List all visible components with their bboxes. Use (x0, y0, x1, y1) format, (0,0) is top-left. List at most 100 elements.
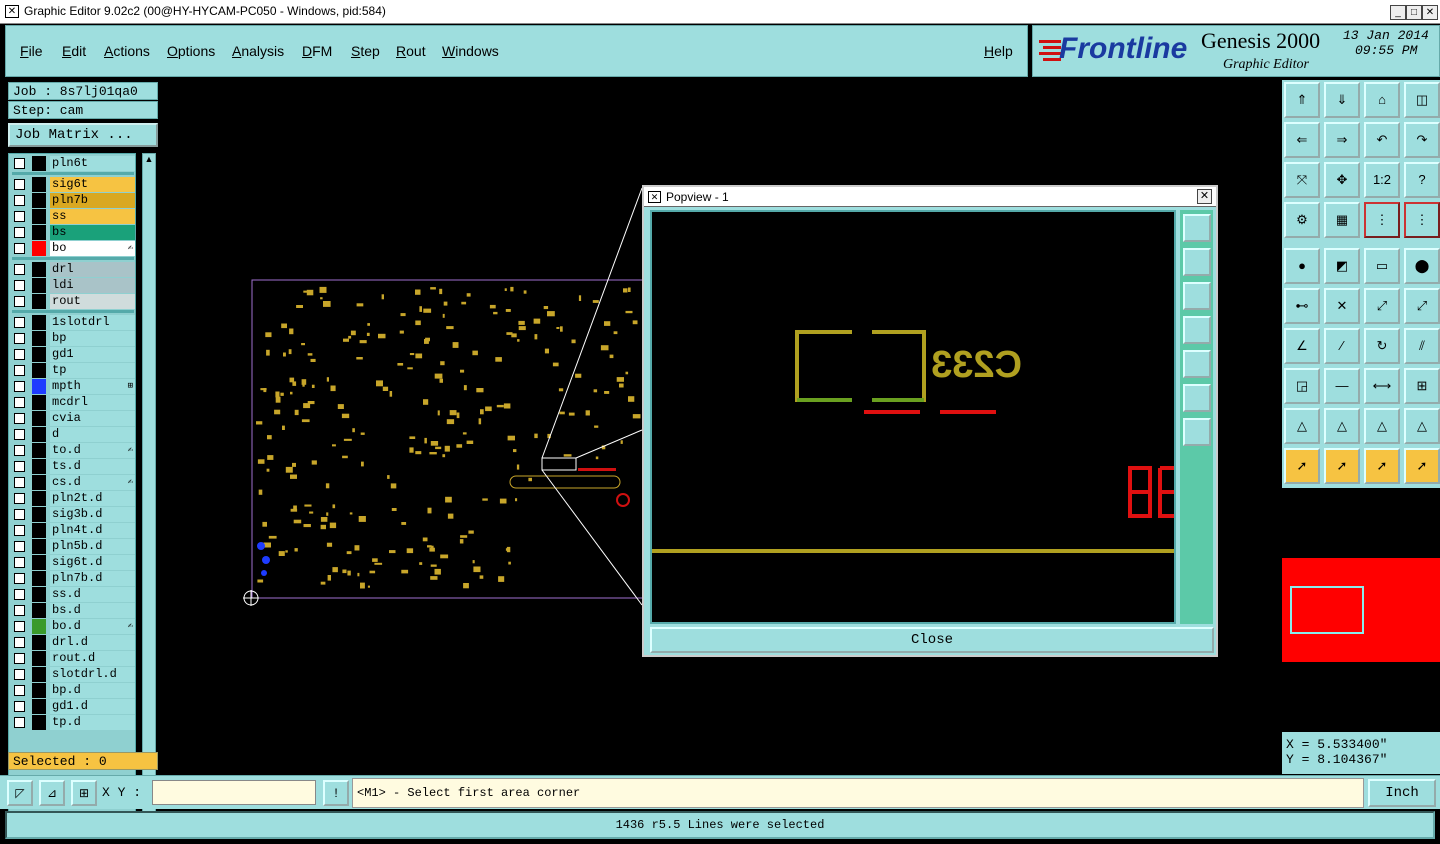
menu-dfm[interactable]: DFM (302, 43, 332, 59)
select-box-icon[interactable]: ➚ (1324, 448, 1360, 484)
layer-row-gd1[interactable]: gd1 (12, 347, 135, 362)
layer-name[interactable]: pln7b.d (50, 571, 135, 586)
layer-name[interactable]: sig6t (50, 177, 135, 192)
point-to-point-icon[interactable]: ⤢ (1364, 288, 1400, 324)
layer-color-swatch[interactable] (32, 241, 46, 256)
zoom-in-icon[interactable] (1183, 418, 1211, 446)
menu-options[interactable]: Options (167, 43, 215, 59)
layer-color-swatch[interactable] (32, 294, 46, 309)
pan-up-icon[interactable] (1183, 248, 1211, 276)
grid-snap-icon[interactable]: ⊞ (71, 780, 97, 806)
layer-checkbox[interactable] (14, 461, 25, 472)
layer-row-cs.d[interactable]: cs.d ✍ (12, 475, 135, 490)
layer-checkbox[interactable] (14, 349, 25, 360)
layer-name[interactable]: sig6t.d (50, 555, 135, 570)
layer-color-swatch[interactable] (32, 278, 46, 293)
layer-name[interactable]: bo.d ✍ (50, 619, 135, 634)
layer-name[interactable]: pln5b.d (50, 539, 135, 554)
overview-minimap[interactable] (1282, 490, 1440, 730)
arc-icon[interactable]: ↻ (1364, 328, 1400, 364)
layer-name[interactable]: bs.d (50, 603, 135, 618)
layer-name[interactable]: sig3b.d (50, 507, 135, 522)
layer-name[interactable]: mpth ⊞ (50, 379, 135, 394)
layer-color-swatch[interactable] (32, 347, 46, 362)
zoom-center-icon[interactable]: ✥ (1324, 162, 1360, 198)
layer-stack-alt-icon[interactable]: ⋮ (1404, 202, 1440, 238)
layer-row-bs.d[interactable]: bs.d (12, 603, 135, 618)
layer-color-swatch[interactable] (32, 193, 46, 208)
layer-name[interactable]: gd1.d (50, 699, 135, 714)
layer-row-gd1.d[interactable]: gd1.d (12, 699, 135, 714)
layer-color-swatch[interactable] (32, 635, 46, 650)
layer-row-slotdrl.d[interactable]: slotdrl.d (12, 667, 135, 682)
layer-name[interactable]: cs.d ✍ (50, 475, 135, 490)
layer-color-swatch[interactable] (32, 667, 46, 682)
layer-checkbox[interactable] (14, 296, 25, 307)
layer-name[interactable]: mcdrl (50, 395, 135, 410)
layer-checkbox[interactable] (14, 621, 25, 632)
layer-row-bo.d[interactable]: bo.d ✍ (12, 619, 135, 634)
layer-row-1slotdrl[interactable]: 1slotdrl (12, 315, 135, 330)
snap-point-icon[interactable]: ● (1284, 248, 1320, 284)
layer-color-swatch[interactable] (32, 331, 46, 346)
zoom-extents-icon[interactable]: ⤧ (1284, 162, 1320, 198)
close-window-button[interactable]: ✕ (1422, 5, 1438, 20)
layer-checkbox[interactable] (14, 264, 25, 275)
layer-row-pln7b[interactable]: pln7b (12, 193, 135, 208)
layer-color-swatch[interactable] (32, 651, 46, 666)
triangle-height-icon[interactable]: △ (1364, 408, 1400, 444)
page-up-icon[interactable]: ⇑ (1284, 82, 1320, 118)
layer-checkbox[interactable] (14, 477, 25, 488)
home-icon[interactable]: ⌂ (1364, 82, 1400, 118)
layer-name[interactable]: gd1 (50, 347, 135, 362)
layer-name[interactable]: tp.d (50, 715, 135, 730)
line-measure-icon[interactable]: ⁄ (1324, 328, 1360, 364)
pan-down-icon[interactable] (1183, 282, 1211, 310)
snap-mode-icon[interactable]: ◸ (7, 780, 33, 806)
pad-group-icon[interactable]: ⊞ (1404, 368, 1440, 404)
layer-checkbox[interactable] (14, 573, 25, 584)
layer-row-ss[interactable]: ss (12, 209, 135, 224)
page-left-icon[interactable]: ⇐ (1284, 122, 1320, 158)
layer-row-sig6t[interactable]: sig6t (12, 177, 135, 192)
layer-color-swatch[interactable] (32, 363, 46, 378)
layer-checkbox[interactable] (14, 525, 25, 536)
layer-checkbox[interactable] (14, 717, 25, 728)
menu-step[interactable]: Step (351, 43, 380, 59)
layer-name[interactable]: drl (50, 262, 135, 277)
zoom-fit-icon[interactable] (1183, 214, 1211, 242)
layer-checkbox[interactable] (14, 653, 25, 664)
menu-windows[interactable]: Windows (442, 43, 499, 59)
page-right-icon[interactable]: ⇒ (1324, 122, 1360, 158)
layer-row-ts.d[interactable]: ts.d (12, 459, 135, 474)
menu-file[interactable]: File (20, 43, 43, 59)
layer-list-scrollbar[interactable]: ▲ ▼ (142, 153, 156, 821)
units-button[interactable]: Inch (1368, 779, 1436, 807)
layer-name[interactable]: slotdrl.d (50, 667, 135, 682)
layer-name[interactable]: ts.d (50, 459, 135, 474)
layer-checkbox[interactable] (14, 317, 25, 328)
layer-row-pln6t[interactable]: pln6t (12, 156, 135, 171)
layer-row-pln2t.d[interactable]: pln2t.d (12, 491, 135, 506)
layer-checkbox[interactable] (14, 195, 25, 206)
select-route-icon[interactable]: ➚ (1404, 448, 1440, 484)
menu-actions[interactable]: Actions (104, 43, 150, 59)
select-net-icon[interactable]: ➚ (1364, 448, 1400, 484)
connect-points-icon[interactable]: ⊷ (1284, 288, 1320, 324)
point-to-pad-icon[interactable]: ⤢ (1404, 288, 1440, 324)
layer-row-sig6t.d[interactable]: sig6t.d (12, 555, 135, 570)
layer-color-swatch[interactable] (32, 539, 46, 554)
layer-color-swatch[interactable] (32, 475, 46, 490)
width-measure-icon[interactable]: ⟷ (1364, 368, 1400, 404)
triangle-alt-icon[interactable]: △ (1324, 408, 1360, 444)
triangle-measure-icon[interactable]: △ (1284, 408, 1320, 444)
layer-checkbox[interactable] (14, 429, 25, 440)
help-question-icon[interactable]: ? (1404, 162, 1440, 198)
layer-color-swatch[interactable] (32, 491, 46, 506)
layer-row-cvia[interactable]: cvia (12, 411, 135, 426)
layer-name[interactable]: ss (50, 209, 135, 224)
layer-color-swatch[interactable] (32, 177, 46, 192)
minimize-button[interactable]: _ (1390, 5, 1406, 20)
layer-row-bp[interactable]: bp (12, 331, 135, 346)
xy-input[interactable] (152, 780, 316, 805)
